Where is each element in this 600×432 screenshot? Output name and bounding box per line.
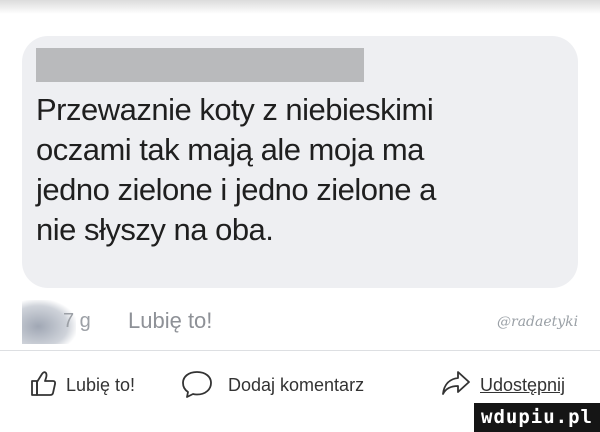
add-comment-label: Dodaj komentarz (228, 375, 365, 395)
site-watermark: wdupiu.pl (474, 403, 600, 432)
comment-text: Przewaznie koty z niebieskimi oczami tak… (36, 92, 436, 247)
author-name-redacted (36, 48, 364, 82)
thumbs-up-icon (31, 371, 56, 396)
author-watermark: @radaetyki (497, 314, 579, 330)
speech-bubble-icon (182, 371, 212, 398)
divider (0, 350, 600, 351)
share-arrow-icon (442, 371, 470, 395)
like-button-label: Lubię to! (66, 375, 136, 395)
share-label: Udostępnij (480, 375, 566, 395)
top-shadow (0, 0, 600, 14)
comment-time[interactable]: 7 g (63, 310, 91, 333)
comment-like-link[interactable]: Lubię to! (128, 308, 212, 334)
